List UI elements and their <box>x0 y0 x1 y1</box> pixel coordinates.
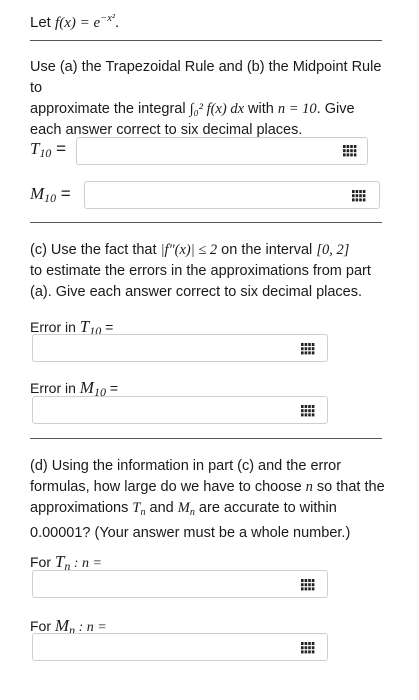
for-tn-prefix: For <box>30 554 55 570</box>
m10-label: M10 = <box>30 184 71 206</box>
part-ab-line2-suffix: . Give <box>316 101 355 117</box>
tn-n-input[interactable] <box>32 570 328 598</box>
part-d-line3-prefix: approximations <box>30 500 133 516</box>
divider <box>30 222 382 223</box>
n-value: n = 10 <box>277 101 317 117</box>
part-d-n-var: n <box>305 479 313 495</box>
error-t10-eq: = <box>101 319 114 335</box>
mn-n-input[interactable] <box>32 633 328 661</box>
header-suffix: . <box>115 14 120 31</box>
for-tn-suffix: : n = <box>70 556 102 571</box>
part-d-line1: (d) Using the information in part (c) an… <box>30 458 342 474</box>
part-d-line2-suffix: so that the <box>312 479 385 495</box>
integral-expression: ∫₀² f(x) dx <box>189 101 245 117</box>
for-mn-prefix: For <box>30 618 55 634</box>
part-c-condition: |f″(x)| ≤ 2 <box>160 242 218 258</box>
part-d-instructions: (d) Using the information in part (c) an… <box>30 458 385 541</box>
divider <box>30 40 382 41</box>
error-m10-input[interactable] <box>32 396 328 424</box>
header-exponent: −x² <box>100 13 116 24</box>
error-m10-var: M <box>79 378 94 397</box>
header-prefix: Let <box>30 14 56 31</box>
part-c-instructions: (c) Use the fact that |f″(x)| ≤ 2 on the… <box>30 240 390 303</box>
part-c-line3: (a). Give each answer correct to six dec… <box>30 284 363 300</box>
part-c-line2: to estimate the errors in the approximat… <box>30 263 371 279</box>
header-function: f(x) = e <box>55 15 101 31</box>
m10-input[interactable] <box>84 181 380 209</box>
error-t10-prefix: Error in <box>30 319 80 335</box>
part-c-line1-prefix: (c) Use the fact that <box>30 242 161 258</box>
t10-eq: = <box>51 139 67 158</box>
m10-eq: = <box>56 184 71 203</box>
t10-sub: 10 <box>39 146 52 160</box>
part-ab-instructions: Use (a) the Trapezoidal Rule and (b) the… <box>30 57 390 141</box>
part-d-line3-suffix: are accurate to within <box>194 500 337 516</box>
part-ab-line2-mid: with <box>244 101 278 117</box>
error-m10-prefix: Error in <box>30 380 80 396</box>
t10-label: T10 = <box>30 139 66 161</box>
keypad-icon[interactable] <box>348 187 370 205</box>
part-c-line1-mid: on the interval <box>217 242 317 258</box>
keypad-icon[interactable] <box>297 639 319 657</box>
error-m10-eq: = <box>105 380 119 396</box>
part-d-line3-and: and <box>145 500 178 516</box>
part-c-interval: [0, 2] <box>316 242 350 258</box>
keypad-icon[interactable] <box>297 340 319 358</box>
t10-input[interactable] <box>76 137 368 165</box>
problem-statement: Let f(x) = e−x². <box>30 8 390 34</box>
keypad-icon[interactable] <box>297 402 319 420</box>
divider <box>30 438 382 439</box>
m10-sub: 10 <box>44 191 57 205</box>
m10-var: M <box>30 184 45 203</box>
part-ab-line2-prefix: approximate the integral <box>30 101 190 117</box>
part-d-mn-var: M <box>177 500 190 516</box>
part-d-line4: 0.00001? (Your answer must be a whole nu… <box>30 525 351 541</box>
part-d-line2-prefix: formulas, how large do we have to choose <box>30 479 306 495</box>
for-tn-var: T <box>54 552 65 571</box>
keypad-icon[interactable] <box>297 576 319 594</box>
part-ab-line3: each answer correct to six decimal place… <box>30 122 303 138</box>
keypad-icon[interactable] <box>339 142 361 160</box>
part-ab-line1: Use (a) the Trapezoidal Rule and (b) the… <box>30 59 382 96</box>
error-t10-input[interactable] <box>32 334 328 362</box>
